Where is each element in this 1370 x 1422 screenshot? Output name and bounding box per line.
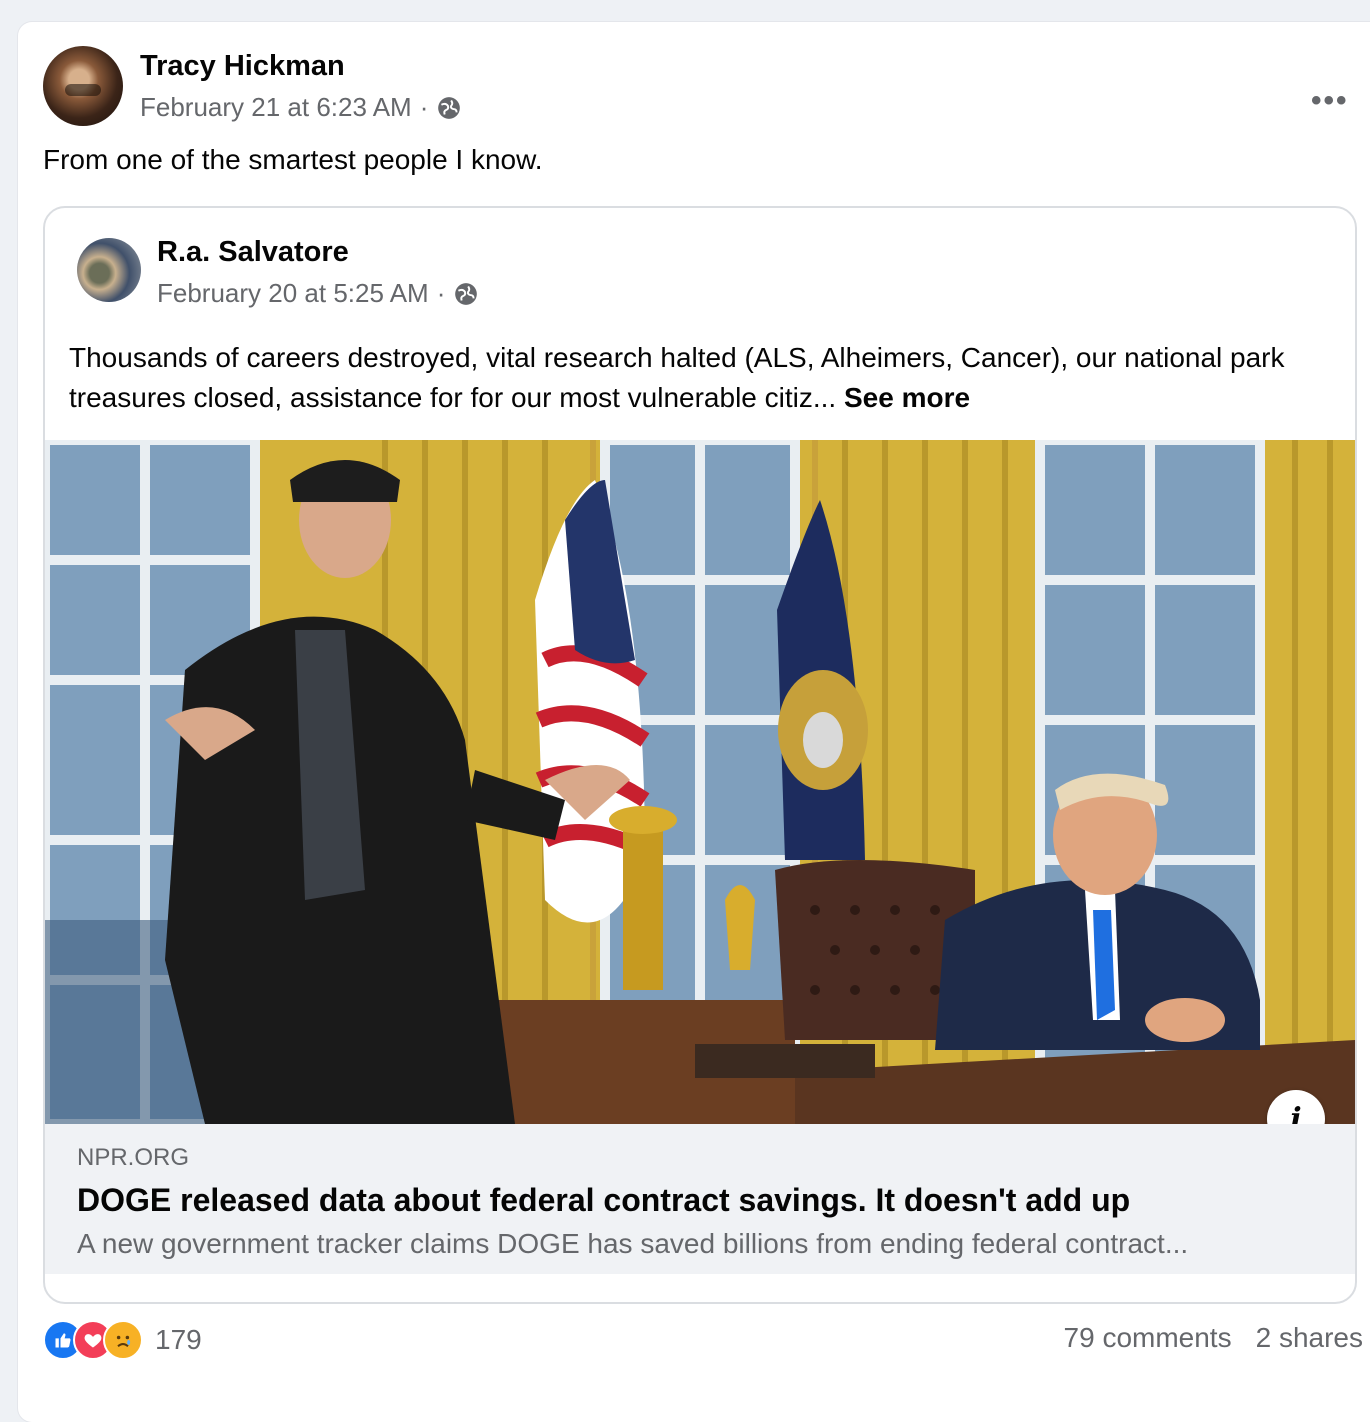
post-timestamp[interactable]: February 21 at 6:23 AM — [140, 92, 412, 123]
post-meta: February 21 at 6:23 AM · — [140, 92, 462, 123]
post-footer: 179 79 comments 2 shares — [43, 1320, 1363, 1360]
globe-icon — [438, 96, 461, 119]
shared-post-timestamp[interactable]: February 20 at 5:25 AM — [157, 278, 429, 309]
shared-post-body: Thousands of careers destroyed, vital re… — [69, 342, 1285, 413]
reaction-summary[interactable]: 179 — [43, 1320, 202, 1360]
link-description: A new government tracker claims DOGE has… — [77, 1228, 1189, 1259]
more-options-button[interactable]: ••• — [1311, 84, 1349, 118]
post-card: Tracy Hickman February 21 at 6:23 AM · •… — [18, 22, 1370, 1422]
engagement-counts: 79 comments 2 shares — [1064, 1322, 1363, 1354]
reaction-count[interactable]: 179 — [155, 1324, 202, 1356]
link-preview-image[interactable] — [45, 440, 1355, 1124]
shared-post-text: Thousands of careers destroyed, vital re… — [69, 338, 1289, 418]
globe-icon — [455, 282, 478, 305]
author-avatar[interactable] — [43, 46, 123, 126]
shared-post-meta: February 20 at 5:25 AM · — [157, 278, 479, 309]
shared-author-avatar[interactable] — [77, 238, 141, 302]
link-headline[interactable]: DOGE released data about federal contrac… — [77, 1182, 1130, 1219]
link-preview-caption[interactable]: NPR.ORG DOGE released data about federal… — [45, 1124, 1355, 1274]
shared-author-name[interactable]: R.a. Salvatore — [157, 236, 349, 269]
meta-separator: · — [419, 92, 429, 122]
sad-face-icon — [103, 1320, 143, 1360]
author-name[interactable]: Tracy Hickman — [140, 50, 345, 83]
shared-post[interactable]: R.a. Salvatore February 20 at 5:25 AM · … — [43, 206, 1357, 1304]
office-scene-illustration — [45, 440, 1355, 1124]
meta-separator: · — [436, 278, 446, 308]
shares-count[interactable]: 2 shares — [1256, 1322, 1363, 1354]
post-text: From one of the smartest people I know. — [43, 144, 543, 175]
see-more-link[interactable]: See more — [844, 382, 970, 413]
link-domain: NPR.ORG — [77, 1144, 190, 1171]
comments-count[interactable]: 79 comments — [1064, 1322, 1232, 1354]
post-header: Tracy Hickman February 21 at 6:23 AM · •… — [43, 46, 1347, 130]
